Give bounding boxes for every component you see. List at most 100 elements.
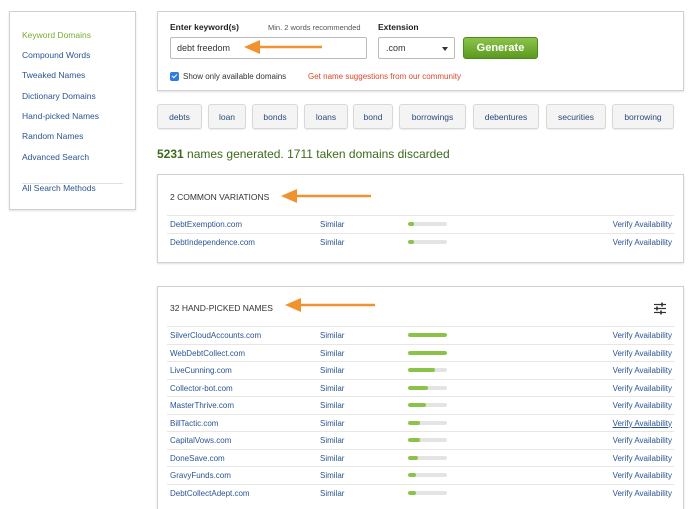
verify-availability-link[interactable]: Verify Availability (613, 331, 672, 340)
strength-bar (408, 222, 447, 226)
strength-fill (408, 490, 416, 495)
strength-bar (408, 455, 447, 460)
common-variations-title: 2 COMMON VARIATIONS (170, 192, 270, 202)
verify-availability-link[interactable]: Verify Availability (613, 366, 672, 375)
table-row: DoneSave.com Similar Verify Availability (167, 448, 674, 467)
table-row: WebDebtCollect.com Similar Verify Availabi… (167, 343, 674, 362)
similar-link[interactable]: Similar (320, 349, 344, 358)
sidebar-item-keyword-domains[interactable]: Keyword Domains (22, 30, 91, 40)
table-row: LiveCunning.com Similar Verify Availabilit… (167, 361, 674, 379)
annotation-arrow-icon (244, 40, 322, 54)
available-only-label: Show only available domains (183, 72, 287, 81)
verify-availability-link[interactable]: Verify Availability (613, 238, 672, 247)
strength-fill (408, 403, 426, 407)
sidebar-item-random-names[interactable]: Random Names (22, 131, 83, 141)
strength-bar (408, 438, 447, 442)
strength-bar (408, 333, 447, 337)
generate-button[interactable]: Generate (463, 37, 538, 59)
similar-link[interactable]: Similar (320, 436, 344, 445)
domain-name[interactable]: MasterThrive.com (170, 401, 234, 410)
strength-fill (408, 368, 436, 372)
domain-name[interactable]: DoneSave.com (170, 454, 225, 463)
similar-link[interactable]: Similar (320, 220, 344, 229)
domain-name[interactable]: DebtIndependence.com (170, 238, 255, 247)
verify-availability-link[interactable]: Verify Availability (613, 436, 672, 445)
similar-link[interactable]: Similar (320, 454, 344, 463)
strength-fill (408, 333, 447, 337)
verify-availability-link[interactable]: Verify Availability (613, 454, 672, 463)
strength-fill (408, 438, 420, 442)
search-panel: Enter keyword(s) Min. 2 words recommende… (157, 11, 684, 91)
strength-bar (408, 350, 447, 355)
similar-link[interactable]: Similar (320, 331, 344, 340)
table-row: CapitalVows.com Similar Verify Availabilit… (167, 431, 674, 449)
tag-loans[interactable]: loans (304, 104, 348, 129)
suggestions-link[interactable]: Get name suggestions from our community (308, 72, 461, 81)
extension-value: .com (386, 43, 406, 53)
sliders-icon[interactable] (653, 302, 667, 315)
tag-bond[interactable]: bond (353, 104, 393, 129)
tag-loan[interactable]: loan (208, 104, 246, 129)
similar-link[interactable]: Similar (320, 384, 344, 393)
tag-bonds[interactable]: bonds (252, 104, 298, 129)
keyword-hint: Min. 2 words recommended (268, 23, 361, 32)
verify-availability-link[interactable]: Verify Availability (613, 471, 672, 480)
tag-debentures[interactable]: debentures (473, 104, 539, 129)
results-summary: 5231 names generated. 1711 taken domains… (157, 147, 450, 161)
domain-name[interactable]: SilverCloudAccounts.com (170, 331, 261, 340)
annotation-arrow-icon (281, 189, 371, 203)
hand-picked-title: 32 HAND-PICKED NAMES (170, 303, 273, 313)
strength-fill (408, 473, 416, 477)
table-row: BillTactic.com Similar Verify Availability (167, 413, 674, 432)
verify-availability-link[interactable]: Verify Availability (613, 349, 672, 358)
sidebar-item-hand-picked-names[interactable]: Hand-picked Names (22, 111, 99, 121)
tag-borrowings[interactable]: borrowings (399, 104, 466, 129)
tag-debts[interactable]: debts (157, 104, 202, 129)
sidebar-item-dictionary-domains[interactable]: Dictionary Domains (22, 91, 96, 101)
similar-link[interactable]: Similar (320, 238, 344, 247)
similar-link[interactable]: Similar (320, 471, 344, 480)
table-row: GravyFunds.com Similar Verify Availability (167, 466, 674, 484)
sidebar-item-all-search-methods[interactable]: All Search Methods (22, 183, 96, 193)
generated-text: names generated. 1711 taken domains disc… (183, 147, 450, 161)
strength-bar (408, 403, 447, 407)
table-row: SilverCloudAccounts.com Similar Verify Ava… (167, 326, 674, 344)
extension-select[interactable]: .com (378, 37, 455, 59)
verify-availability-link[interactable]: Verify Availability (613, 384, 672, 393)
generated-count: 5231 (157, 147, 184, 161)
verify-availability-link[interactable]: Verify Availability (613, 419, 672, 428)
common-variations-panel: 2 COMMON VARIATIONS DebtExemption.com Si… (157, 174, 684, 263)
domain-name[interactable]: GravyFunds.com (170, 471, 231, 480)
domain-name[interactable]: LiveCunning.com (170, 366, 232, 375)
sidebar-item-advanced-search[interactable]: Advanced Search (22, 152, 89, 162)
strength-fill (408, 420, 420, 425)
annotation-arrow-icon (285, 298, 375, 312)
verify-availability-link[interactable]: Verify Availability (613, 401, 672, 410)
strength-bar (408, 420, 447, 425)
domain-name[interactable]: WebDebtCollect.com (170, 349, 245, 358)
domain-name[interactable]: CapitalVows.com (170, 436, 231, 445)
verify-availability-link[interactable]: Verify Availability (613, 220, 672, 229)
similar-link[interactable]: Similar (320, 419, 344, 428)
domain-name[interactable]: DebtCollectAdept.com (170, 489, 250, 498)
domain-name[interactable]: BillTactic.com (170, 419, 218, 428)
sidebar-item-compound-words[interactable]: Compound Words (22, 50, 90, 60)
table-row: DebtCollectAdept.com Similar Verify Availa… (167, 483, 674, 502)
strength-bar (408, 490, 447, 495)
sidebar-item-tweaked-names[interactable]: Tweaked Names (22, 70, 85, 80)
domain-name[interactable]: DebtExemption.com (170, 220, 242, 229)
tag-securities[interactable]: securities (546, 104, 606, 129)
strength-fill (408, 240, 414, 244)
similar-link[interactable]: Similar (320, 401, 344, 410)
tag-borrowing[interactable]: borrowing (612, 104, 674, 129)
domain-name[interactable]: Collector-bot.com (170, 384, 233, 393)
table-row: DebtExemption.com Similar Verify Availab… (167, 215, 674, 233)
available-only-checkbox[interactable] (170, 72, 179, 81)
extension-label: Extension (378, 22, 419, 32)
table-row: DebtIndependence.com Similar Verify Avai… (167, 233, 674, 251)
similar-link[interactable]: Similar (320, 489, 344, 498)
hand-picked-panel: 32 HAND-PICKED NAMES SilverCloudAccounts… (157, 286, 684, 509)
verify-availability-link[interactable]: Verify Availability (613, 489, 672, 498)
strength-bar (408, 473, 447, 477)
similar-link[interactable]: Similar (320, 366, 344, 375)
